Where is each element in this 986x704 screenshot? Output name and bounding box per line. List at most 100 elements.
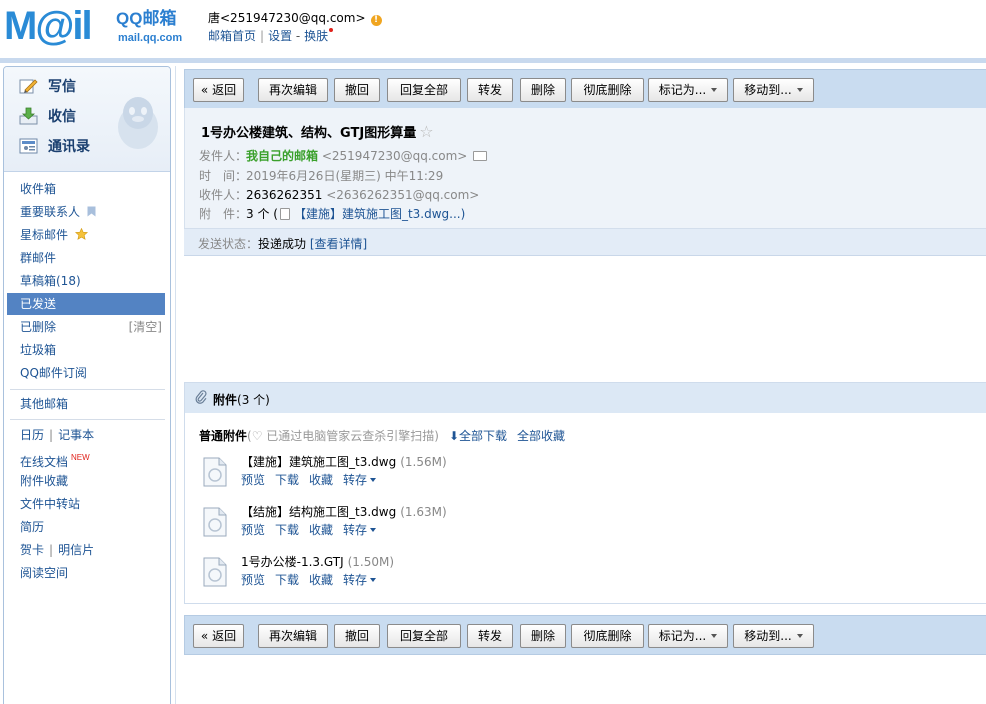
warning-icon[interactable]: ! — [370, 15, 382, 26]
move-to-dropdown[interactable]: 移动到... — [733, 624, 814, 648]
settings-link[interactable]: 设置 — [268, 29, 292, 43]
reedit-button[interactable]: 再次编辑 — [258, 78, 328, 102]
reply-all-button[interactable]: 回复全部 — [387, 78, 461, 102]
attachments-count: (3 个) — [237, 393, 270, 407]
contact-card-icon[interactable] — [473, 151, 488, 161]
paperclip-icon — [195, 390, 207, 404]
download-link[interactable]: 下载 — [275, 573, 299, 587]
contacts-label: 通讯录 — [48, 139, 90, 155]
qq-mail-logo[interactable]: M@il QQ邮箱 mail.qq.com — [4, 6, 204, 50]
file-icon — [279, 208, 290, 220]
attachment-filename-text: 【结施】结构施工图_t3.dwg — [241, 505, 397, 519]
forward-button[interactable]: 转发 — [467, 78, 513, 102]
attachments-title: 附件(3 个) — [213, 391, 270, 408]
reading-space-link[interactable]: 阅读空间 — [4, 562, 170, 584]
folder-other-mailboxes[interactable]: 其他邮箱 — [4, 393, 170, 415]
preview-link[interactable]: 预览 — [241, 523, 265, 537]
sidebar-cards: 贺卡 | 明信片 — [20, 543, 95, 557]
attachment-filename[interactable]: 【结施】结构施工图_t3.dwg (1.63M) — [241, 503, 447, 520]
gtj-file-icon — [203, 557, 227, 587]
preview-link[interactable]: 预览 — [241, 573, 265, 587]
star-toggle-icon[interactable]: ☆ — [419, 122, 433, 141]
resume-link[interactable]: 简历 — [4, 516, 170, 538]
forward-button[interactable]: 转发 — [467, 624, 513, 648]
folder-drafts[interactable]: 草稿箱(18) — [4, 270, 170, 292]
attachment-preview-link[interactable]: 【建施】建筑施工图_t3.dwg...) — [294, 207, 465, 221]
reedit-button[interactable]: 再次编辑 — [258, 624, 328, 648]
delete-permanently-button[interactable]: 彻底删除 — [571, 624, 644, 648]
transfer-dropdown[interactable]: 转存 — [343, 573, 377, 587]
folder-group-mail[interactable]: 群邮件 — [4, 247, 170, 269]
receive-mail-label: 收信 — [48, 109, 76, 125]
download-all-link[interactable]: ⬇全部下载 — [449, 429, 507, 443]
send-status-bar: 发送状态：投递成功 [查看详情] — [184, 228, 986, 256]
write-mail-button[interactable]: 写信 — [19, 76, 76, 96]
move-to-label: 移动到... — [744, 629, 792, 643]
attachment-favorites-link[interactable]: 附件收藏 — [4, 470, 170, 492]
recipient-address: <2636262351@qq.com> — [326, 188, 480, 202]
postcard-link[interactable]: 明信片 — [58, 543, 94, 557]
folder-subscriptions[interactable]: QQ邮件订阅 — [4, 362, 170, 384]
back-button[interactable]: « 返回 — [193, 624, 244, 648]
favorite-link[interactable]: 收藏 — [309, 573, 333, 587]
new-badge: NEW — [71, 453, 90, 462]
move-to-label: 移动到... — [744, 83, 792, 97]
folder-important-contacts[interactable]: 重要联系人 — [4, 201, 170, 223]
online-docs-link[interactable]: 在线文档 NEW — [4, 447, 170, 469]
contacts-button[interactable]: 通讯录 — [19, 136, 90, 156]
favorite-link[interactable]: 收藏 — [309, 523, 333, 537]
favorite-link[interactable]: 收藏 — [309, 473, 333, 487]
link-dash: - — [295, 29, 301, 43]
receive-mail-button[interactable]: 收信 — [19, 106, 76, 126]
recipient-label: 收件人： — [199, 188, 248, 202]
reply-all-button[interactable]: 回复全部 — [387, 624, 461, 648]
attachment-summary-row: 附 件：3 个 (【建施】建筑施工图_t3.dwg...) — [199, 205, 465, 222]
contact-card-icon — [19, 137, 39, 155]
attachment-filename-text: 【建施】建筑施工图_t3.dwg — [241, 455, 397, 469]
attachment-filename[interactable]: 1号办公楼-1.3.GTJ (1.50M) — [241, 553, 394, 570]
sidebar: 写信 收信 通讯录 收件箱 重要联系人 星标邮件 群邮件 草稿箱(18) 已发送… — [3, 66, 171, 704]
mailbox-home-link[interactable]: 邮箱首页 — [208, 29, 256, 43]
download-link[interactable]: 下载 — [275, 473, 299, 487]
save-all-link[interactable]: 全部收藏 — [517, 429, 565, 443]
folder-deleted[interactable]: 已删除 [清空] — [4, 316, 170, 338]
notes-link[interactable]: 记事本 — [58, 428, 94, 442]
delete-button[interactable]: 删除 — [520, 624, 566, 648]
attachment-label: 附 件： — [199, 207, 248, 221]
time-label: 时 间： — [199, 169, 248, 183]
change-skin-link[interactable]: 换肤 — [304, 29, 328, 43]
attachment-item: 【建施】建筑施工图_t3.dwg (1.56M) 预览 下载 收藏 转存 — [203, 453, 703, 493]
download-link[interactable]: 下载 — [275, 523, 299, 537]
recipient-name[interactable]: 2636262351 — [246, 188, 322, 202]
delete-button[interactable]: 删除 — [520, 78, 566, 102]
logo-brand: QQ邮箱 — [116, 9, 177, 28]
back-button[interactable]: « 返回 — [193, 78, 244, 102]
sender-name[interactable]: 我自己的邮箱 — [246, 149, 318, 163]
transfer-dropdown[interactable]: 转存 — [343, 523, 377, 537]
move-to-dropdown[interactable]: 移动到... — [733, 78, 814, 102]
calendar-link[interactable]: 日历 — [20, 428, 44, 442]
file-transfer-link[interactable]: 文件中转站 — [4, 493, 170, 515]
bookmark-icon — [87, 206, 96, 217]
recall-button[interactable]: 撤回 — [334, 624, 380, 648]
folder-inbox[interactable]: 收件箱 — [4, 178, 170, 200]
greeting-card-link[interactable]: 贺卡 — [20, 543, 44, 557]
attachment-item: 【结施】结构施工图_t3.dwg (1.63M) 预览 下载 收藏 转存 — [203, 503, 703, 543]
folder-starred[interactable]: 星标邮件 — [4, 224, 170, 246]
folder-sent[interactable]: 已发送 — [7, 293, 165, 315]
mail-subject-text: 1号办公楼建筑、结构、GTJ图形算量 — [201, 126, 417, 141]
preview-link[interactable]: 预览 — [241, 473, 265, 487]
transfer-dropdown[interactable]: 转存 — [343, 473, 377, 487]
folder-spam[interactable]: 垃圾箱 — [4, 339, 170, 361]
recipient-row: 收件人：2636262351 <2636262351@qq.com> — [199, 186, 479, 203]
mark-as-dropdown[interactable]: 标记为... — [648, 78, 728, 102]
clear-deleted-link[interactable]: [清空] — [129, 316, 162, 338]
view-details-link[interactable]: [查看详情] — [310, 237, 367, 251]
delete-permanently-button[interactable]: 彻底删除 — [571, 78, 644, 102]
mark-as-label: 标记为... — [658, 83, 707, 97]
mark-as-dropdown[interactable]: 标记为... — [648, 624, 728, 648]
send-status-label: 发送状态： — [198, 237, 259, 251]
attachments-subheader: 普通附件(♡ 已通过电脑管家云查杀引擎扫描) ⬇全部下载 全部收藏 — [199, 427, 565, 444]
recall-button[interactable]: 撤回 — [334, 78, 380, 102]
attachment-filename[interactable]: 【建施】建筑施工图_t3.dwg (1.56M) — [241, 453, 447, 470]
